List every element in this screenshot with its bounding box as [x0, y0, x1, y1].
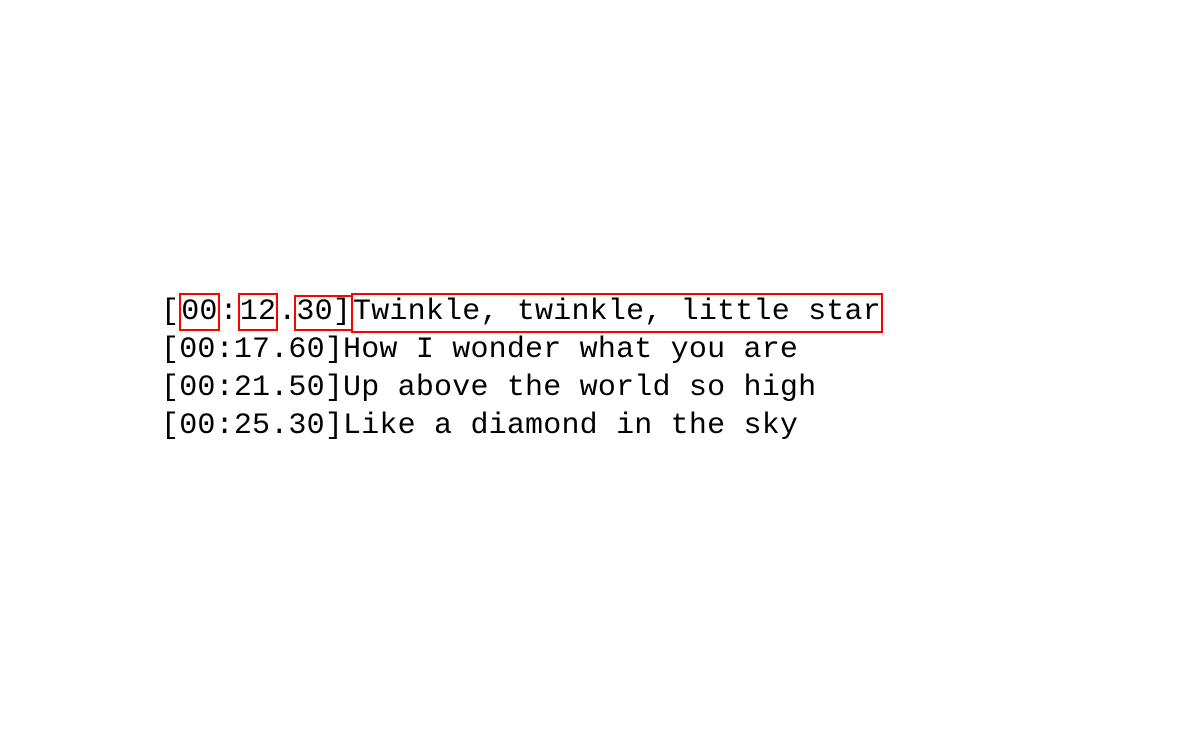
timestamp-hundredths: 60	[288, 333, 324, 367]
lyric-line: [00:21.50]Up above the world so high	[161, 369, 883, 407]
lyric-line: [00:25.30]Like a diamond in the sky	[161, 407, 883, 445]
timestamp-hundredths-close-highlight: 30]	[294, 295, 353, 331]
lyric-text: How I wonder what you are	[343, 333, 798, 367]
timestamp-seconds: 21	[234, 371, 270, 405]
timestamp-close-bracket: ]	[325, 409, 343, 443]
timestamp-seconds-highlight: 12	[238, 293, 278, 331]
lrc-lyrics-block: [00:12.30]Twinkle, twinkle, little star …	[161, 293, 883, 445]
timestamp-minutes-highlight: 00	[179, 293, 219, 331]
timestamp-colon: :	[220, 295, 238, 329]
timestamp-close-bracket: ]	[325, 371, 343, 405]
timestamp-hundredths: 30	[288, 409, 324, 443]
lyric-text: Up above the world so high	[343, 371, 816, 405]
lyric-text-highlight: Twinkle, twinkle, little star	[351, 293, 883, 333]
lyric-line: [00:12.30]Twinkle, twinkle, little star	[161, 293, 883, 331]
timestamp-dot: .	[270, 409, 288, 443]
timestamp-colon: :	[216, 333, 234, 367]
lyric-line: [00:17.60]How I wonder what you are	[161, 331, 883, 369]
lyric-text: Like a diamond in the sky	[343, 409, 798, 443]
timestamp-colon: :	[216, 371, 234, 405]
timestamp-open-bracket: [	[161, 371, 179, 405]
timestamp-colon: :	[216, 409, 234, 443]
timestamp-close-bracket: ]	[333, 295, 351, 329]
timestamp-open-bracket: [	[161, 295, 179, 329]
timestamp-hundredths: 50	[288, 371, 324, 405]
timestamp-minutes: 00	[179, 333, 215, 367]
timestamp-hundredths: 30	[296, 295, 332, 329]
timestamp-minutes: 00	[179, 409, 215, 443]
timestamp-dot: .	[270, 371, 288, 405]
timestamp-dot: .	[270, 333, 288, 367]
timestamp-open-bracket: [	[161, 333, 179, 367]
timestamp-seconds: 17	[234, 333, 270, 367]
timestamp-seconds: 25	[234, 409, 270, 443]
timestamp-minutes: 00	[179, 371, 215, 405]
timestamp-open-bracket: [	[161, 409, 179, 443]
timestamp-close-bracket: ]	[325, 333, 343, 367]
